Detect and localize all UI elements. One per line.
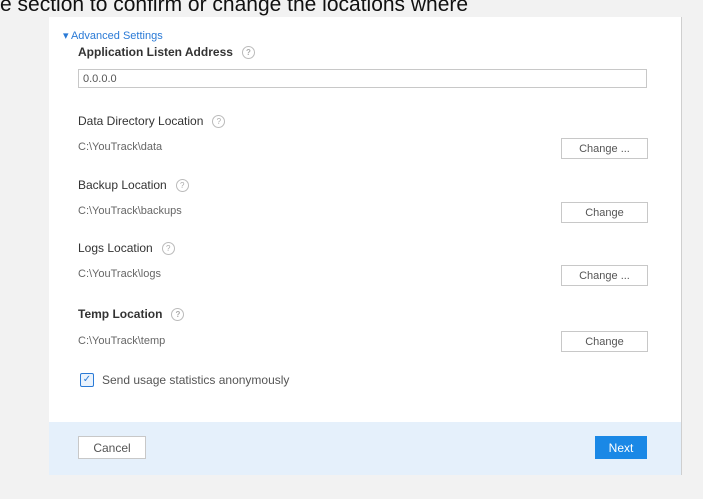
logs-location-label-text: Logs Location (78, 241, 153, 255)
listen-address-label-text: Application Listen Address (78, 45, 233, 59)
usage-statistics-option[interactable]: ✓ Send usage statistics anonymously (80, 373, 289, 387)
listen-address-input[interactable] (78, 69, 647, 88)
data-directory-label: Data Directory Location? (78, 114, 226, 129)
temp-location-label: Temp Location? (78, 307, 185, 322)
temp-location-label-text: Temp Location (78, 307, 163, 321)
advanced-settings-toggle[interactable]: ▾ Advanced Settings (63, 29, 163, 42)
dialog-footer: Cancel Next (49, 422, 681, 475)
help-icon[interactable]: ? (212, 115, 226, 129)
cancel-button[interactable]: Cancel (78, 436, 146, 459)
help-icon[interactable]: ? (241, 46, 255, 60)
change-data-directory-button[interactable]: Change ... (561, 138, 648, 159)
settings-dialog: ▾ Advanced Settings Application Listen A… (49, 17, 682, 475)
help-icon[interactable]: ? (171, 308, 185, 322)
backup-location-label: Backup Location? (78, 178, 189, 193)
backup-location-label-text: Backup Location (78, 178, 167, 192)
instruction-caption: e section to confirm or change the locat… (0, 0, 469, 16)
data-directory-label-text: Data Directory Location (78, 114, 204, 128)
logs-location-path: C:\YouTrack\logs (78, 268, 161, 280)
temp-location-path: C:\YouTrack\temp (78, 335, 166, 347)
change-backup-location-button[interactable]: Change (561, 202, 648, 223)
logs-location-label: Logs Location? (78, 241, 175, 256)
change-temp-location-button[interactable]: Change (561, 331, 648, 352)
listen-address-label: Application Listen Address? (78, 45, 255, 60)
usage-statistics-checkbox[interactable]: ✓ (80, 373, 94, 387)
change-logs-location-button[interactable]: Change ... (561, 265, 648, 286)
help-icon[interactable]: ? (161, 242, 175, 256)
data-directory-path: C:\YouTrack\data (78, 141, 163, 153)
backup-location-path: C:\YouTrack\backups (78, 205, 182, 217)
usage-statistics-label: Send usage statistics anonymously (102, 373, 290, 387)
help-icon[interactable]: ? (175, 179, 189, 193)
next-button[interactable]: Next (595, 436, 647, 459)
